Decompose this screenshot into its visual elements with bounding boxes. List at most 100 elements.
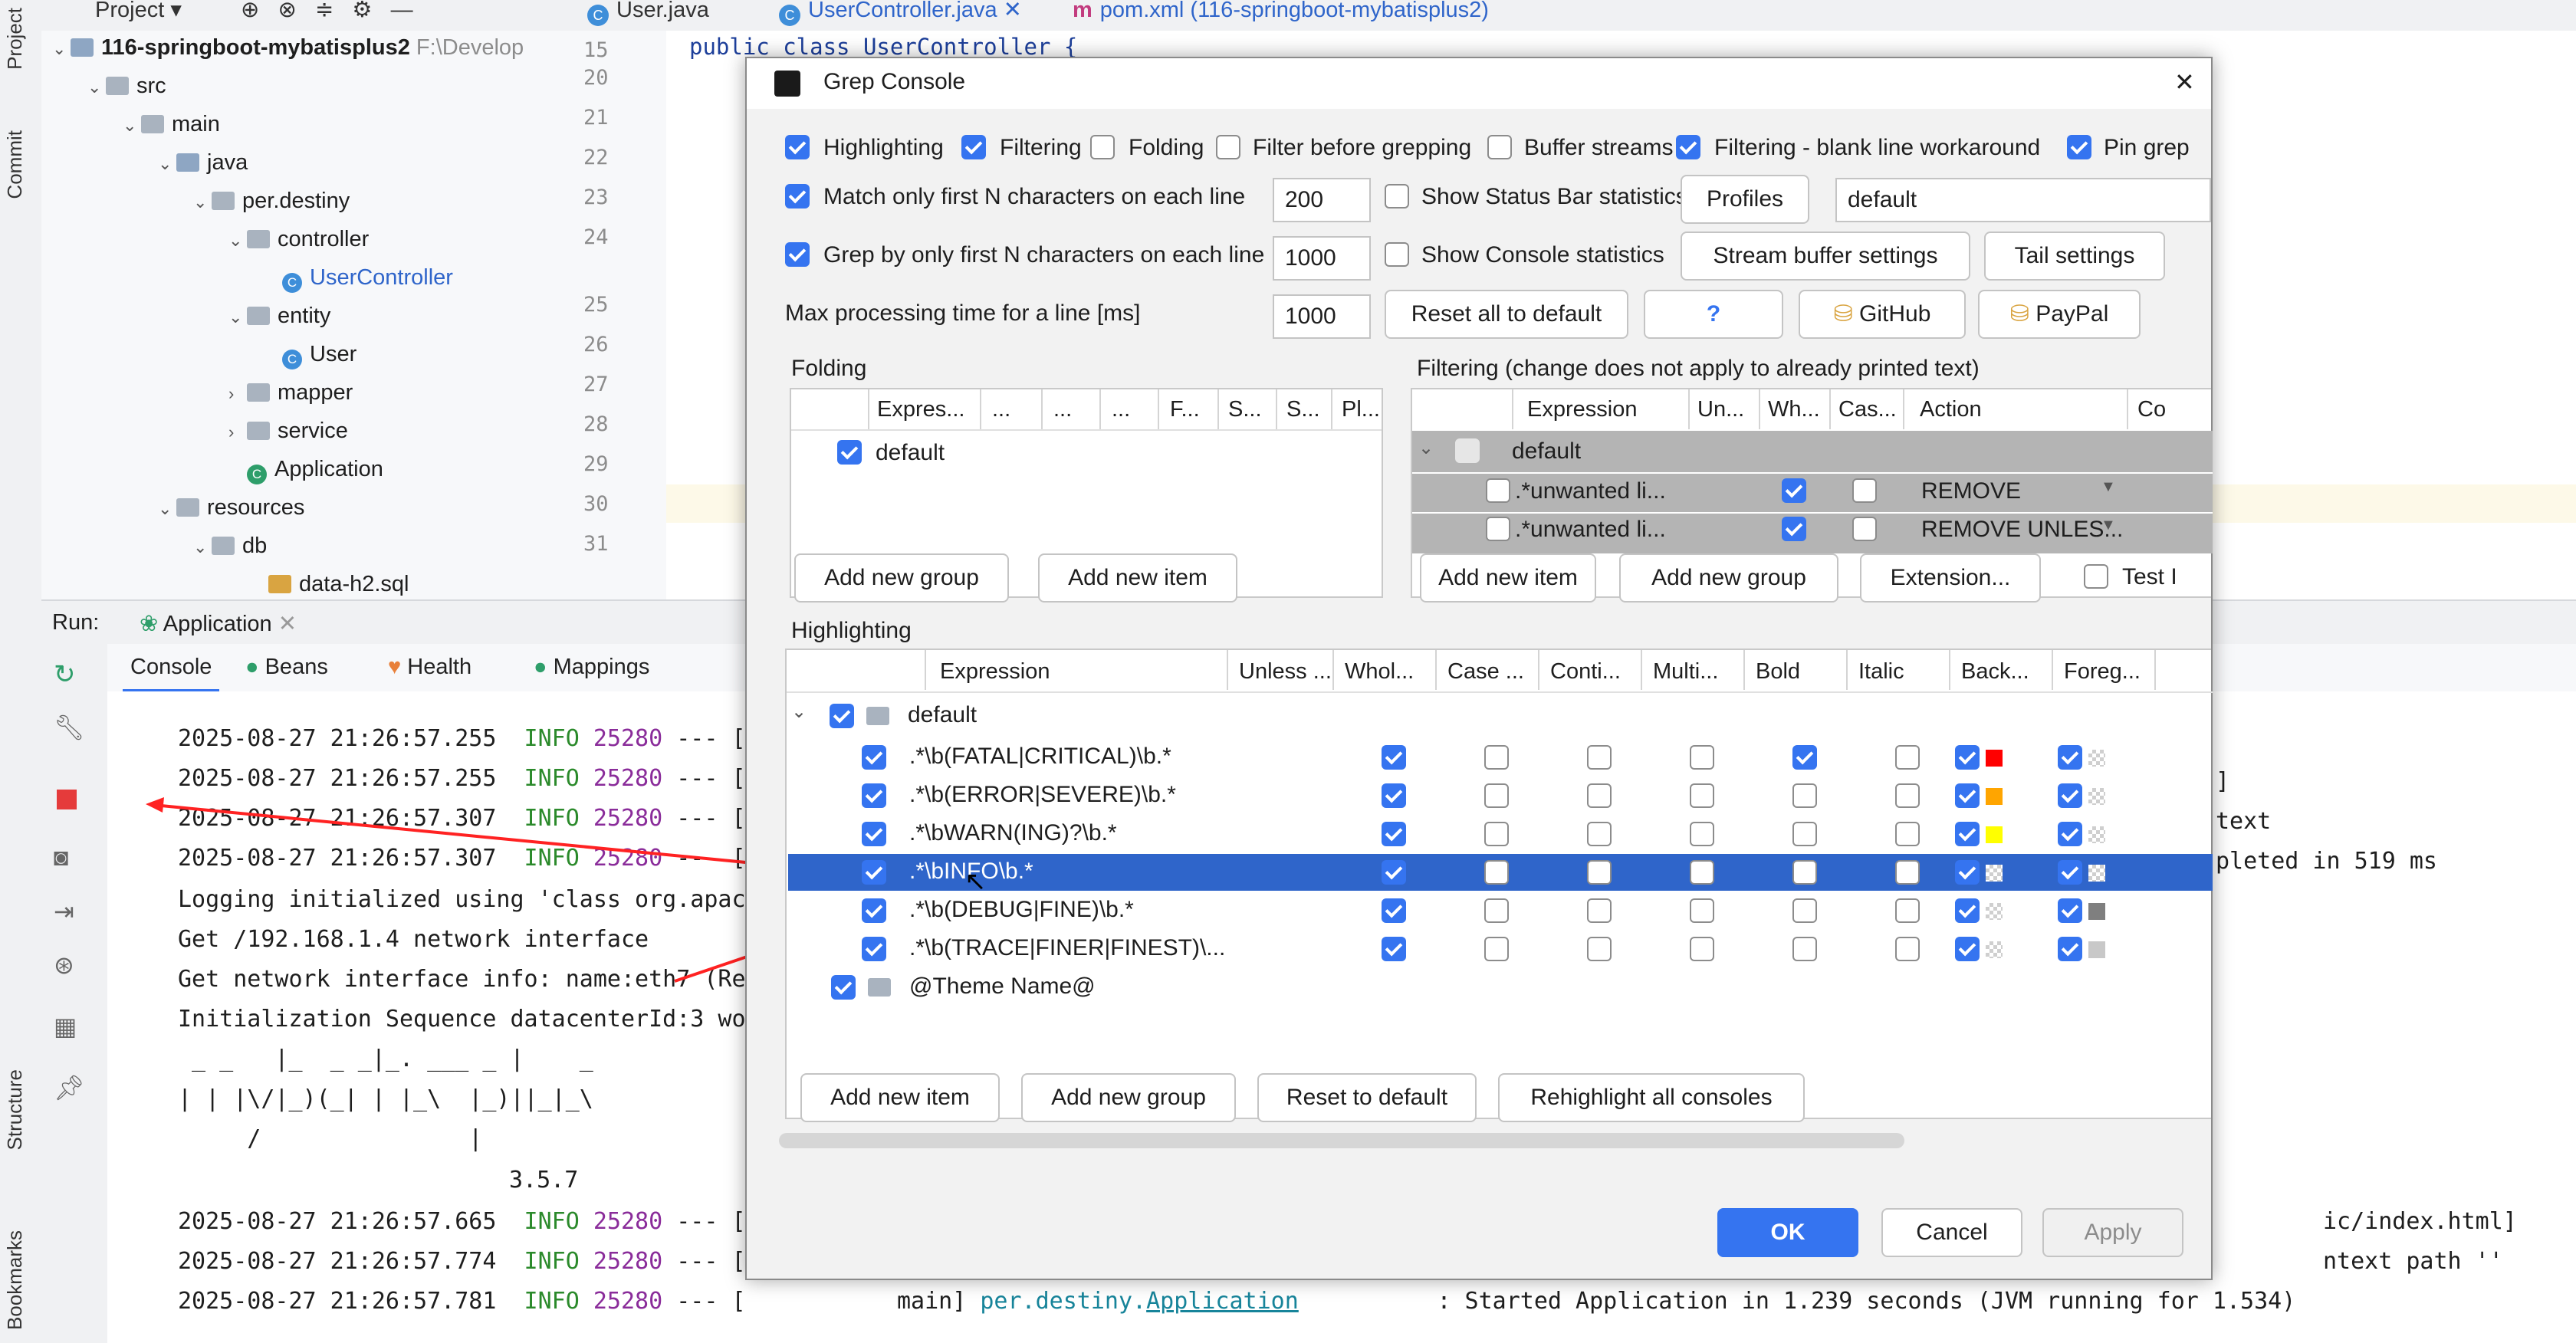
col-header[interactable]: Multi...: [1653, 659, 1718, 685]
extension-button[interactable]: Extension...: [1860, 553, 2041, 603]
hl-row-selected[interactable]: .*\bINFO\b.*: [788, 854, 2213, 891]
bg-color-swatch[interactable]: [1986, 826, 2003, 843]
profiles-button[interactable]: Profiles: [1681, 175, 1809, 224]
fg-checkbox[interactable]: [2058, 898, 2082, 923]
hl-row[interactable]: .*\b(FATAL|CRITICAL)\b.*: [788, 739, 2213, 776]
fg-color-swatch[interactable]: [2088, 903, 2105, 920]
hl-add-group-button[interactable]: Add new group: [1021, 1073, 1236, 1122]
col-header[interactable]: Conti...: [1550, 659, 1621, 685]
italic-checkbox[interactable]: [1895, 937, 1920, 961]
filter-action-select[interactable]: REMOVE UNLES...: [1921, 517, 2123, 543]
col-header[interactable]: Bold: [1756, 659, 1800, 685]
multi-checkbox[interactable]: [1690, 898, 1714, 923]
fg-color-swatch[interactable]: [2088, 826, 2105, 843]
whole-checkbox[interactable]: [1382, 860, 1406, 885]
col-header[interactable]: Un...: [1697, 397, 1744, 422]
folding-add-group-button[interactable]: Add new group: [794, 553, 1009, 603]
show-console-stats-checkbox[interactable]: [1385, 242, 1409, 267]
cancel-button[interactable]: Cancel: [1881, 1208, 2022, 1257]
italic-checkbox[interactable]: [1895, 783, 1920, 808]
highlighting-table[interactable]: Expression Unless ... Whol... Case ... C…: [785, 649, 2213, 1119]
hl-theme-group-row[interactable]: @Theme Name@: [788, 969, 2213, 1006]
col-header[interactable]: Whol...: [1345, 659, 1414, 685]
whole-checkbox[interactable]: [1382, 783, 1406, 808]
fg-color-swatch[interactable]: [2088, 941, 2105, 958]
col-header[interactable]: Cas...: [1838, 397, 1897, 422]
row-expression[interactable]: .*\b(TRACE|FINER|FINEST)\...: [909, 935, 1225, 961]
filter-case-checkbox[interactable]: [1852, 478, 1877, 503]
filter-whole-checkbox[interactable]: [1782, 478, 1806, 503]
multi-checkbox[interactable]: [1690, 860, 1714, 885]
bg-checkbox[interactable]: [1955, 822, 1980, 846]
grep-first-n-input[interactable]: 1000: [1273, 236, 1371, 281]
hl-row[interactable]: .*\b(ERROR|SEVERE)\b.*: [788, 777, 2213, 814]
col-header[interactable]: F...: [1170, 397, 1200, 422]
show-status-bar-checkbox[interactable]: [1385, 184, 1409, 209]
col-header[interactable]: Unless ...: [1239, 659, 1332, 685]
row-enabled-checkbox[interactable]: [862, 783, 886, 808]
fg-checkbox[interactable]: [2058, 745, 2082, 770]
fg-color-swatch[interactable]: [2088, 788, 2105, 805]
case-checkbox[interactable]: [1484, 783, 1509, 808]
filter-action-select[interactable]: REMOVE: [1921, 478, 2021, 504]
italic-checkbox[interactable]: [1895, 745, 1920, 770]
filter-expression[interactable]: .*unwanted li...: [1515, 478, 1666, 504]
rehighlight-button[interactable]: Rehighlight all consoles: [1498, 1073, 1805, 1122]
case-checkbox[interactable]: [1484, 745, 1509, 770]
fg-checkbox[interactable]: [2058, 860, 2082, 885]
bold-checkbox[interactable]: [1792, 822, 1817, 846]
whole-checkbox[interactable]: [1382, 898, 1406, 923]
multi-checkbox[interactable]: [1690, 937, 1714, 961]
col-header[interactable]: Wh...: [1768, 397, 1820, 422]
italic-checkbox[interactable]: [1895, 898, 1920, 923]
bg-color-swatch[interactable]: [1986, 750, 2003, 767]
match-first-n-checkbox[interactable]: [785, 184, 810, 209]
bold-checkbox[interactable]: [1792, 745, 1817, 770]
col-header[interactable]: ...: [1053, 397, 1072, 422]
multi-checkbox[interactable]: [1690, 783, 1714, 808]
hl-reset-button[interactable]: Reset to default: [1257, 1073, 1477, 1122]
filter-row-checkbox[interactable]: [1486, 478, 1510, 503]
bold-checkbox[interactable]: [1792, 898, 1817, 923]
fg-checkbox[interactable]: [2058, 822, 2082, 846]
col-header[interactable]: ...: [1112, 397, 1130, 422]
col-header[interactable]: Expression: [940, 659, 1050, 685]
bold-checkbox[interactable]: [1792, 860, 1817, 885]
stream-buffer-settings-button[interactable]: Stream buffer settings: [1681, 231, 1970, 281]
bg-checkbox[interactable]: [1955, 860, 1980, 885]
filter-whole-checkbox[interactable]: [1782, 517, 1806, 541]
test-checkbox[interactable]: [2084, 564, 2108, 589]
col-header[interactable]: Back...: [1961, 659, 2029, 685]
whole-checkbox[interactable]: [1382, 745, 1406, 770]
paypal-button[interactable]: ⛁ PayPal: [1978, 290, 2141, 339]
case-checkbox[interactable]: [1484, 898, 1509, 923]
row-enabled-checkbox[interactable]: [862, 745, 886, 770]
row-expression[interactable]: .*\b(FATAL|CRITICAL)\b.*: [909, 744, 1171, 770]
filter-before-grepping-checkbox[interactable]: [1216, 135, 1240, 159]
continue-checkbox[interactable]: [1587, 860, 1612, 885]
bold-checkbox[interactable]: [1792, 937, 1817, 961]
folding-group-checkbox[interactable]: [837, 440, 862, 465]
close-icon[interactable]: ✕: [2174, 67, 2195, 97]
col-header[interactable]: S...: [1228, 397, 1262, 422]
blank-line-workaround-checkbox[interactable]: [1676, 135, 1700, 159]
tail-settings-button[interactable]: Tail settings: [1984, 231, 2165, 281]
grep-first-n-checkbox[interactable]: [785, 242, 810, 267]
bg-color-swatch[interactable]: [1986, 941, 2003, 958]
folding-add-item-button[interactable]: Add new item: [1038, 553, 1237, 603]
bg-color-swatch[interactable]: [1986, 903, 2003, 920]
filter-group-checkbox[interactable]: [1455, 438, 1480, 463]
col-header[interactable]: Foreg...: [2064, 659, 2141, 685]
ok-button[interactable]: OK: [1717, 1208, 1858, 1257]
col-header[interactable]: Expres...: [877, 397, 964, 422]
match-first-n-input[interactable]: 200: [1273, 178, 1371, 222]
hl-row[interactable]: .*\b(DEBUG|FINE)\b.*: [788, 892, 2213, 929]
italic-checkbox[interactable]: [1895, 860, 1920, 885]
filtering-checkbox[interactable]: [961, 135, 986, 159]
github-button[interactable]: ⛁ GitHub: [1799, 290, 1966, 339]
bg-checkbox[interactable]: [1955, 745, 1980, 770]
filtering-add-item-button[interactable]: Add new item: [1420, 553, 1596, 603]
hl-row[interactable]: .*\b(TRACE|FINER|FINEST)\...: [788, 931, 2213, 967]
col-header[interactable]: Action: [1920, 397, 1982, 422]
hl-row[interactable]: .*\bWARN(ING)?\b.*: [788, 816, 2213, 852]
